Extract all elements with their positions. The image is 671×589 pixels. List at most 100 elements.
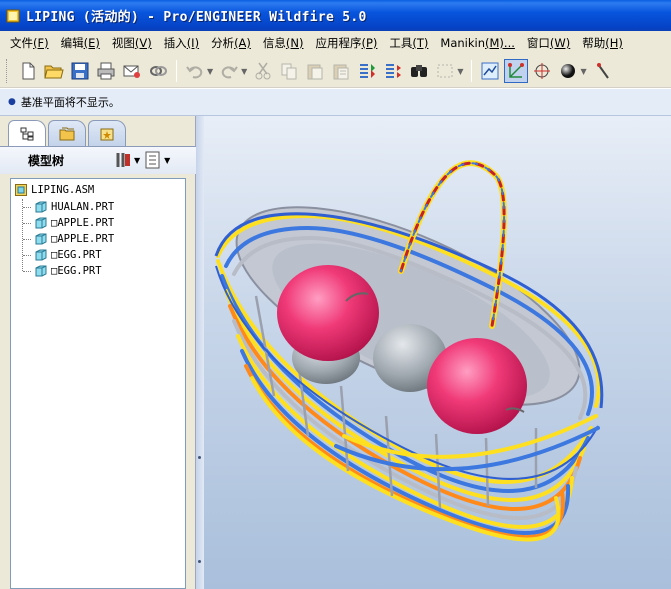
copy-icon <box>281 63 297 80</box>
model-tree-header: 模型树 ▼ ▼ <box>0 146 196 174</box>
toolbar: ▼ ▼ ▼ ▼ <box>0 55 671 88</box>
new-file-icon <box>22 62 35 80</box>
shaded-sphere-icon <box>561 64 576 78</box>
regenerate-icon <box>360 64 376 78</box>
app-icon <box>6 9 20 22</box>
tab-folder-browser[interactable] <box>48 120 86 146</box>
regen-manager-button[interactable] <box>381 59 405 83</box>
save-icon <box>71 62 89 80</box>
undo-icon <box>186 66 203 79</box>
message-text: 基准平面将不显示。 <box>20 96 120 109</box>
menu-analysis[interactable]: 分析(A) <box>205 35 257 51</box>
settings-dropdown-icon[interactable]: ▼ <box>134 156 140 165</box>
cut-button[interactable] <box>251 59 275 83</box>
menu-insert[interactable]: 插入(I) <box>158 35 205 51</box>
redo-button[interactable] <box>217 59 241 83</box>
folder-open-icon <box>44 65 64 79</box>
show-dropdown-icon[interactable]: ▼ <box>164 156 170 165</box>
folder-browser-icon <box>59 127 75 140</box>
send-mail-button[interactable] <box>120 59 144 83</box>
tree-item-root[interactable]: LIPING.ASM <box>15 182 94 198</box>
part-icon <box>35 217 47 229</box>
printer-icon <box>97 62 115 80</box>
scissors-icon <box>255 62 271 80</box>
navigator-tabs <box>8 120 128 147</box>
shading-dropdown-icon[interactable]: ▼ <box>580 67 586 76</box>
apple-left <box>277 265 379 361</box>
menu-manikin[interactable]: Manikin(M)... <box>434 36 520 50</box>
tab-model-tree[interactable] <box>8 120 46 147</box>
paste-icon <box>307 64 323 80</box>
model-tree-title: 模型树 <box>28 154 65 168</box>
paste-special-button[interactable] <box>329 59 353 83</box>
print-button[interactable] <box>94 59 118 83</box>
tab-favorites[interactable] <box>88 120 126 146</box>
settings-tools-icon[interactable] <box>114 151 132 169</box>
redo-icon <box>221 66 238 79</box>
tree-item-part[interactable]: HUALAN.PRT <box>35 199 114 215</box>
regenerate-button[interactable] <box>355 59 379 83</box>
paste-special-icon <box>333 64 349 80</box>
mail-icon <box>123 65 140 78</box>
toolbar-separator <box>176 60 177 82</box>
part-icon <box>35 233 47 245</box>
sketch-view-button[interactable] <box>478 59 502 83</box>
tree-item-label: □APPLE.PRT <box>51 233 115 245</box>
tree-item-label: □EGG.PRT <box>51 265 102 277</box>
menu-file[interactable]: 文件(F) <box>4 35 55 51</box>
model-tree-icon <box>20 127 34 141</box>
link-icon <box>150 66 167 76</box>
undo-dropdown-icon[interactable]: ▼ <box>207 67 213 76</box>
graphics-window[interactable] <box>196 116 671 589</box>
menu-tools[interactable]: 工具(T) <box>383 35 434 51</box>
find-button[interactable] <box>407 59 431 83</box>
model-tree-tools: ▼ ▼ <box>114 151 174 169</box>
toolbar-separator <box>471 60 473 82</box>
message-area: ● 基准平面将不显示。 <box>0 88 671 116</box>
open-file-button[interactable] <box>42 59 66 83</box>
tree-item-label: LIPING.ASM <box>31 184 95 196</box>
show-menu-icon[interactable] <box>144 151 162 169</box>
select-dropdown-icon[interactable]: ▼ <box>457 67 463 76</box>
toolbar-grip[interactable] <box>6 59 9 83</box>
copy-button[interactable] <box>277 59 301 83</box>
send-link-button[interactable] <box>146 59 170 83</box>
new-file-button[interactable] <box>16 59 40 83</box>
tree-item-part[interactable]: □EGG.PRT <box>35 263 102 279</box>
regen-manager-icon <box>386 64 402 78</box>
menu-window[interactable]: 窗口(W) <box>521 35 576 51</box>
tree-item-part[interactable]: □EGG.PRT <box>35 247 102 263</box>
part-icon <box>35 265 47 277</box>
panel-resize-sash[interactable] <box>196 116 204 589</box>
tree-item-part[interactable]: □APPLE.PRT <box>35 215 114 231</box>
favorites-icon <box>100 128 114 140</box>
binoculars-icon <box>411 65 428 77</box>
datum-axis-display-button[interactable] <box>504 59 529 83</box>
shading-button[interactable] <box>556 59 580 83</box>
save-button[interactable] <box>68 59 92 83</box>
spin-center-icon <box>534 63 551 79</box>
sketch-view-icon <box>481 62 499 80</box>
part-icon <box>35 201 47 213</box>
title-bar: LIPING (活动的) - Pro/ENGINEER Wildfire 5.0 <box>0 0 671 31</box>
menu-bar: 文件(F) 编辑(E) 视图(V) 插入(I) 分析(A) 信息(N) 应用程序… <box>0 31 671 55</box>
menu-help[interactable]: 帮助(H) <box>576 35 629 51</box>
tree-item-part[interactable]: □APPLE.PRT <box>35 231 114 247</box>
menu-view[interactable]: 视图(V) <box>106 35 158 51</box>
tree-item-label: HUALAN.PRT <box>51 201 115 213</box>
more-tools-button[interactable] <box>591 59 615 83</box>
apple-right <box>427 338 527 434</box>
basket-model-render[interactable] <box>196 116 671 589</box>
menu-applications[interactable]: 应用程序(P) <box>309 35 383 51</box>
assembly-icon <box>15 184 27 196</box>
tree-item-label: □APPLE.PRT <box>51 217 115 229</box>
menu-info[interactable]: 信息(N) <box>257 35 310 51</box>
spin-center-button[interactable] <box>530 59 554 83</box>
menu-edit[interactable]: 编辑(E) <box>55 35 106 51</box>
navigator-panel: 模型树 ▼ ▼ LIPING.ASM HUALAN.PRT □APPLE.PRT <box>0 116 196 589</box>
window-title: LIPING (活动的) - Pro/ENGINEER Wildfire 5.0 <box>26 10 367 25</box>
paste-button[interactable] <box>303 59 327 83</box>
redo-dropdown-icon[interactable]: ▼ <box>241 67 247 76</box>
select-box-button[interactable] <box>433 59 457 83</box>
undo-button[interactable] <box>183 59 207 83</box>
